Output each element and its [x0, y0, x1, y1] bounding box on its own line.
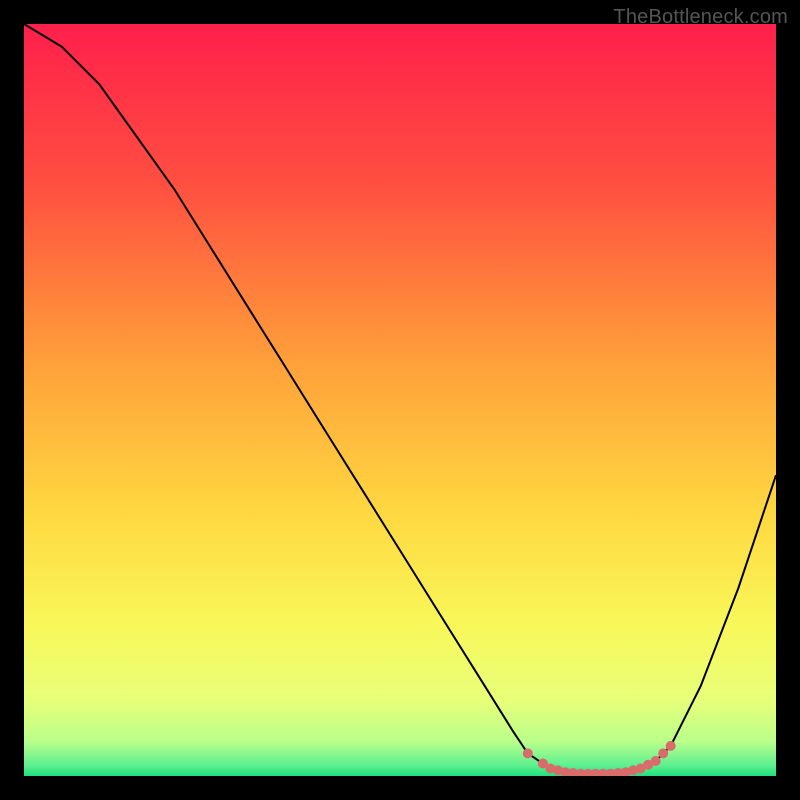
curve-layer	[24, 24, 776, 776]
chart-container	[24, 24, 776, 776]
highlight-dot	[651, 756, 661, 766]
highlight-markers	[523, 741, 676, 776]
highlight-dot	[523, 748, 533, 758]
highlight-dot	[658, 748, 668, 758]
main-curve-line	[24, 24, 776, 774]
highlight-dot	[666, 741, 676, 751]
watermark-text: TheBottleneck.com	[613, 6, 788, 29]
